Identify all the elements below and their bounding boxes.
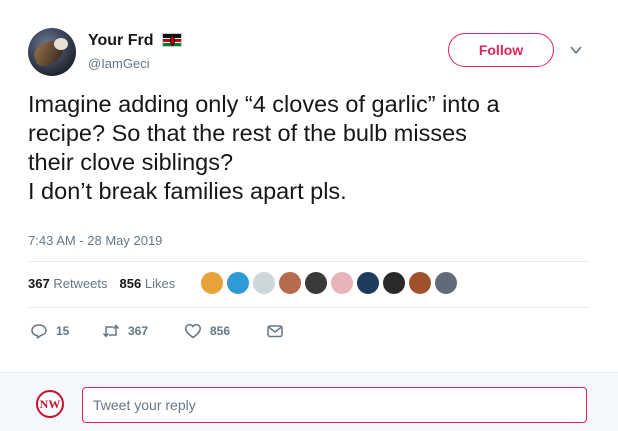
divider [28,307,590,308]
chevron-down-icon[interactable] [569,43,583,57]
tweet-card: Your Frd @IamGeci Follow Imagine adding … [0,0,618,372]
reply-action[interactable]: 15 [30,322,102,340]
liker-avatar[interactable] [330,271,354,295]
tweet-timestamp[interactable]: 7:43 AM - 28 May 2019 [28,233,162,248]
likes-stat[interactable]: 856 Likes [120,276,176,291]
user-avatar[interactable] [28,28,76,76]
direct-message-action[interactable] [266,322,284,340]
display-name[interactable]: Your Frd [88,32,153,50]
kenya-flag-icon [162,33,182,47]
retweets-label: Retweets [53,276,108,291]
liker-avatar[interactable] [356,271,380,295]
follow-button[interactable]: Follow [448,33,554,67]
tweet-text: Imagine adding only “4 cloves of garlic”… [28,90,598,206]
retweets-stat[interactable]: 367 Retweets [28,276,108,291]
retweets-count: 367 [28,276,50,291]
liker-avatar[interactable] [226,271,250,295]
like-action[interactable]: 856 [184,322,266,340]
liker-avatar[interactable] [304,271,328,295]
liker-avatar[interactable] [434,271,458,295]
likes-count: 856 [119,276,142,291]
envelope-icon [267,325,283,338]
reply-avatar: NW [36,390,64,418]
liker-avatar[interactable] [200,271,224,295]
retweet-count: 367 [128,324,149,338]
tweet-line: Imagine adding only “4 cloves of garlic”… [28,91,500,117]
liker-avatar[interactable] [382,271,406,295]
liker-avatar[interactable] [252,271,276,295]
likes-label: Likes [144,276,176,291]
retweet-action[interactable]: 367 [102,322,184,340]
reply-icon [31,324,47,339]
liker-avatar[interactable] [408,271,432,295]
tweet-line: their clove siblings? [28,149,234,175]
tweet-line: I don’t break families apart pls. [28,178,347,204]
like-count: 856 [210,324,231,338]
tweet-line: recipe? So that the rest of the bulb mis… [28,120,467,146]
heart-icon [185,323,201,339]
user-handle[interactable]: @IamGeci [88,56,150,71]
divider [28,261,590,262]
reply-input[interactable]: Tweet your reply [82,387,587,423]
likers-avatars [200,271,460,297]
reply-count: 15 [56,324,70,338]
tweet-stats: 367 Retweets 856 Likes [28,276,175,291]
liker-avatar[interactable] [278,271,302,295]
tweet-actions: 15 367 856 [30,322,284,340]
retweet-icon [102,324,120,338]
reply-area: NW Tweet your reply [0,372,618,431]
